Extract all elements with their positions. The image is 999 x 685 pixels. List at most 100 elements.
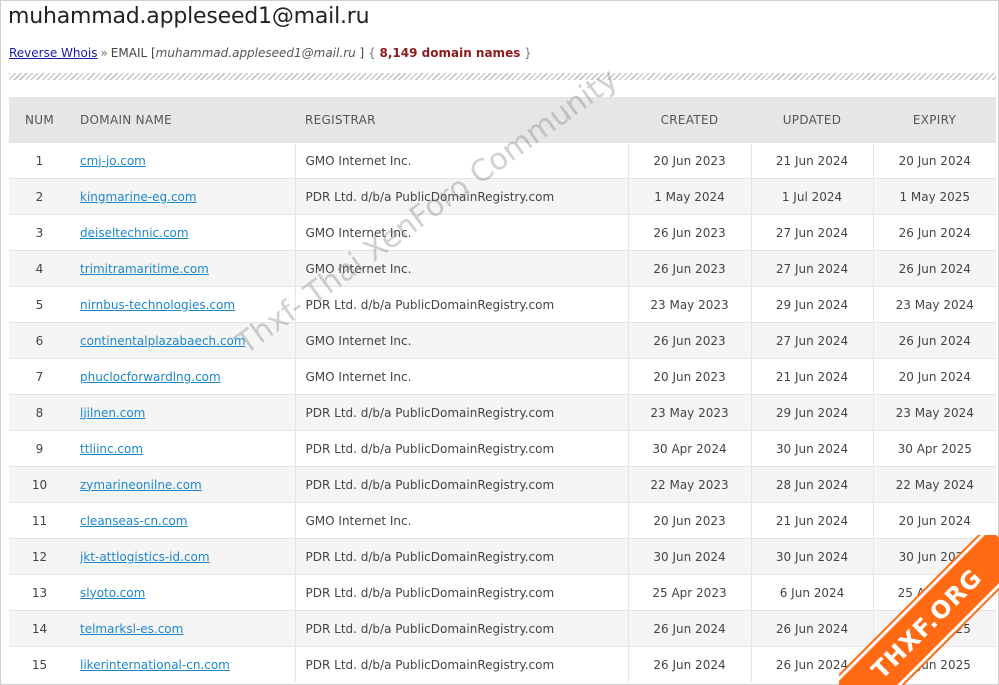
- row-updated: 27 Jun 2024: [750, 250, 873, 287]
- row-updated: 21 Jun 2024: [750, 502, 873, 539]
- row-registrar: PDR Ltd. d/b/a PublicDomainRegistry.com: [294, 286, 628, 323]
- row-created: 20 Jun 2023: [627, 142, 751, 179]
- domain-count: 8,149 domain names: [379, 46, 521, 60]
- row-num: 10: [9, 466, 70, 503]
- domain-link[interactable]: deiseltechnic.com: [80, 226, 189, 240]
- table-row: 12 jkt-attlogistics-id.com PDR Ltd. d/b/a …: [9, 538, 996, 575]
- row-created: 26 Jun 2023: [627, 322, 751, 359]
- row-expiry: 23 May 2024: [872, 286, 996, 323]
- table-row: 11 cleanseas-cn.com GMO Internet Inc. 20 Ju…: [9, 502, 996, 539]
- domain-link[interactable]: trimitramaritime.com: [80, 262, 209, 276]
- row-expiry: 20 Jun 2024: [872, 502, 996, 539]
- count-close-brace: }: [520, 46, 532, 60]
- col-header-updated: UPDATED: [751, 97, 873, 143]
- row-updated: 26 Jun 2024: [750, 610, 873, 647]
- row-created: 25 Apr 2023: [627, 574, 751, 611]
- row-num: 8: [9, 394, 70, 431]
- row-updated: 21 Jun 2024: [750, 142, 873, 179]
- row-updated: 30 Jun 2024: [750, 538, 873, 575]
- table-row: 4 trimitramaritime.com GMO Internet Inc. 26…: [9, 250, 996, 287]
- row-registrar: GMO Internet Inc.: [294, 214, 628, 251]
- table-row: 6 continentalplazabaech.com GMO Internet I…: [9, 322, 996, 359]
- email-label: EMAIL [: [110, 46, 156, 60]
- domain-link[interactable]: telmarksl-es.com: [80, 622, 183, 636]
- domain-link[interactable]: ljilnen.com: [80, 406, 145, 420]
- row-expiry: 26 Jun 2024: [872, 250, 996, 287]
- row-num: 5: [9, 286, 70, 323]
- email-label-close: ]: [355, 46, 365, 60]
- row-expiry: 1 May 2025: [872, 178, 996, 215]
- row-num: 11: [9, 502, 70, 539]
- row-domain-cell: ljilnen.com: [70, 394, 295, 431]
- row-registrar: GMO Internet Inc.: [294, 250, 628, 287]
- domain-link[interactable]: likerinternational-cn.com: [80, 658, 230, 672]
- row-registrar: PDR Ltd. d/b/a PublicDomainRegistry.com: [294, 610, 628, 647]
- row-domain-cell: ttliinc.com: [70, 430, 295, 467]
- row-created: 20 Jun 2023: [627, 358, 751, 395]
- domain-link[interactable]: zymarineonilne.com: [80, 478, 202, 492]
- table-body: 1 cmj-jo.com GMO Internet Inc. 20 Jun 2023 2…: [9, 142, 996, 682]
- row-expiry: 26 Jun 2024: [872, 322, 996, 359]
- col-header-domain: DOMAIN NAME: [70, 97, 295, 143]
- row-num: 9: [9, 430, 70, 467]
- page-title: muhammad.appleseed1@mail.ru: [8, 4, 370, 29]
- row-updated: 26 Jun 2024: [750, 646, 873, 682]
- col-header-num: NUM: [9, 97, 70, 143]
- row-domain-cell: phuclocforwardlng.com: [70, 358, 295, 395]
- row-registrar: GMO Internet Inc.: [294, 358, 628, 395]
- domain-link[interactable]: jkt-attlogistics-id.com: [80, 550, 210, 564]
- row-domain-cell: kingmarine-eg.com: [70, 178, 295, 215]
- row-updated: 28 Jun 2024: [750, 466, 873, 503]
- domain-link[interactable]: slyoto.com: [80, 586, 145, 600]
- row-registrar: GMO Internet Inc.: [294, 322, 628, 359]
- row-registrar: PDR Ltd. d/b/a PublicDomainRegistry.com: [294, 574, 628, 611]
- row-num: 15: [9, 646, 70, 682]
- row-domain-cell: cleanseas-cn.com: [70, 502, 295, 539]
- row-domain-cell: zymarineonilne.com: [70, 466, 295, 503]
- row-registrar: GMO Internet Inc.: [294, 502, 628, 539]
- row-created: 23 May 2023: [627, 394, 751, 431]
- table-row: 2 kingmarine-eg.com PDR Ltd. d/b/a PublicD…: [9, 178, 996, 215]
- row-created: 26 Jun 2023: [627, 214, 751, 251]
- row-expiry: 22 May 2024: [872, 466, 996, 503]
- row-num: 3: [9, 214, 70, 251]
- row-updated: 21 Jun 2024: [750, 358, 873, 395]
- domain-table: NUM DOMAIN NAME REGISTRAR CREATED UPDATE…: [9, 97, 996, 682]
- domain-link[interactable]: continentalplazabaech.com: [80, 334, 246, 348]
- row-domain-cell: likerinternational-cn.com: [70, 646, 295, 682]
- row-updated: 29 Jun 2024: [750, 286, 873, 323]
- domain-link[interactable]: nirnbus-technologies.com: [80, 298, 235, 312]
- table-row: 5 nirnbus-technologies.com PDR Ltd. d/b/a …: [9, 286, 996, 323]
- row-domain-cell: deiseltechnic.com: [70, 214, 295, 251]
- row-num: 13: [9, 574, 70, 611]
- col-header-created: CREATED: [628, 97, 751, 143]
- row-expiry: 25 Apr 2024: [872, 574, 996, 611]
- row-created: 22 May 2023: [627, 466, 751, 503]
- row-expiry: 20 Jun 2024: [872, 142, 996, 179]
- row-expiry: 23 May 2024: [872, 394, 996, 431]
- domain-link[interactable]: cmj-jo.com: [80, 154, 146, 168]
- table-row: 13 slyoto.com PDR Ltd. d/b/a PublicDomainR…: [9, 574, 996, 611]
- row-created: 30 Apr 2024: [627, 430, 751, 467]
- row-domain-cell: nirnbus-technologies.com: [70, 286, 295, 323]
- domain-link[interactable]: phuclocforwardlng.com: [80, 370, 221, 384]
- col-header-registrar: REGISTRAR: [295, 97, 628, 143]
- domain-link[interactable]: cleanseas-cn.com: [80, 514, 188, 528]
- table-header-row: NUM DOMAIN NAME REGISTRAR CREATED UPDATE…: [9, 97, 996, 143]
- row-registrar: PDR Ltd. d/b/a PublicDomainRegistry.com: [294, 394, 628, 431]
- row-num: 2: [9, 178, 70, 215]
- domain-link[interactable]: ttliinc.com: [80, 442, 143, 456]
- row-expiry: 30 Jun 2025: [872, 538, 996, 575]
- domain-link[interactable]: kingmarine-eg.com: [80, 190, 197, 204]
- row-created: 20 Jun 2023: [627, 502, 751, 539]
- row-num: 12: [9, 538, 70, 575]
- table-row: 9 ttliinc.com PDR Ltd. d/b/a PublicDomainR…: [9, 430, 996, 467]
- table-row: 7 phuclocforwardlng.com GMO Internet Inc. 2…: [9, 358, 996, 395]
- table-row: 15 likerinternational-cn.com PDR Ltd. d/b/…: [9, 646, 996, 682]
- table-row: 14 telmarksl-es.com PDR Ltd. d/b/a PublicD…: [9, 610, 996, 647]
- reverse-whois-link[interactable]: Reverse Whois: [9, 46, 97, 60]
- row-created: 30 Jun 2024: [627, 538, 751, 575]
- breadcrumb-separator: »: [100, 46, 108, 60]
- row-registrar: PDR Ltd. d/b/a PublicDomainRegistry.com: [294, 430, 628, 467]
- row-registrar: PDR Ltd. d/b/a PublicDomainRegistry.com: [294, 466, 628, 503]
